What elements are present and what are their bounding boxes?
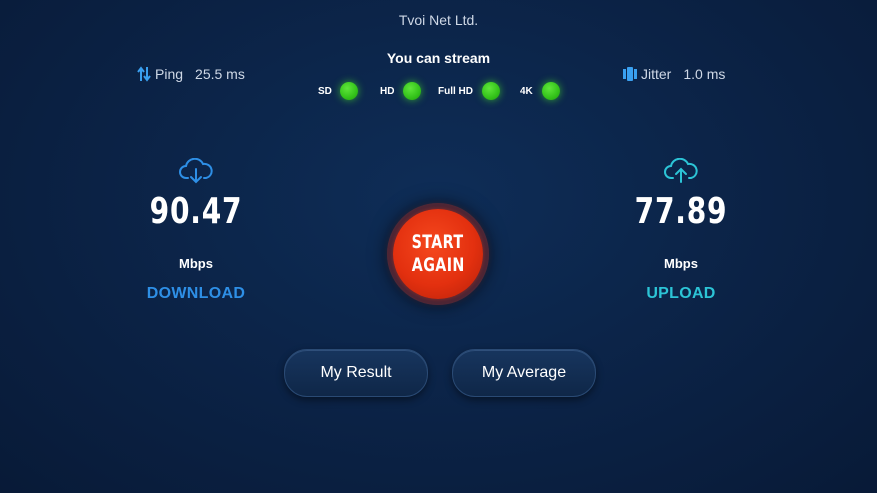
jitter-bars-icon — [623, 67, 637, 81]
my-average-label: My Average — [481, 364, 567, 381]
stream-quality-hd: HD — [380, 80, 422, 102]
download-unit: Mbps — [179, 256, 213, 271]
stream-quality-fullhd: Full HD — [438, 80, 500, 102]
upload-stat: 77.89 Mbps UPLOAD — [601, 158, 761, 303]
cloud-download-icon — [179, 158, 213, 184]
status-dot-icon — [339, 82, 358, 100]
stream-quality-4k: 4K — [520, 80, 560, 102]
start-again-line1: START — [412, 231, 464, 253]
status-dot-icon — [541, 82, 560, 100]
download-speed: 90.47 — [149, 191, 243, 232]
jitter-metric: Jitter 1.0 ms — [623, 66, 725, 82]
jitter-value: 1.0 ms — [683, 66, 726, 82]
stream-quality-sd: SD — [318, 80, 358, 102]
provider-name: Tvoi Net Ltd. — [398, 12, 479, 28]
download-label: DOWNLOAD — [146, 285, 246, 302]
ping-label: Ping — [155, 66, 184, 82]
upload-speed: 77.89 — [634, 191, 728, 232]
start-again-line2: AGAIN — [411, 254, 465, 276]
quality-label: HD — [380, 85, 395, 97]
ping-metric: Ping 25.5 ms — [137, 66, 245, 82]
my-result-label: My Result — [320, 364, 392, 381]
cloud-upload-icon — [664, 158, 698, 183]
upload-label: UPLOAD — [646, 285, 716, 302]
status-dot-icon — [482, 82, 500, 100]
quality-label: Full HD — [438, 85, 473, 97]
ping-value: 25.5 ms — [195, 66, 245, 82]
jitter-label: Jitter — [641, 66, 672, 82]
upload-unit: Mbps — [664, 256, 698, 271]
my-result-button[interactable]: My Result — [284, 349, 428, 397]
up-down-arrows-icon — [137, 66, 151, 82]
status-dot-icon — [403, 82, 422, 100]
quality-label: 4K — [520, 85, 533, 97]
start-again-button[interactable]: START AGAIN — [393, 209, 483, 299]
quality-label: SD — [318, 85, 332, 97]
stream-title: You can stream — [386, 50, 491, 66]
download-stat: 90.47 Mbps DOWNLOAD — [116, 158, 276, 303]
my-average-button[interactable]: My Average — [452, 349, 596, 397]
